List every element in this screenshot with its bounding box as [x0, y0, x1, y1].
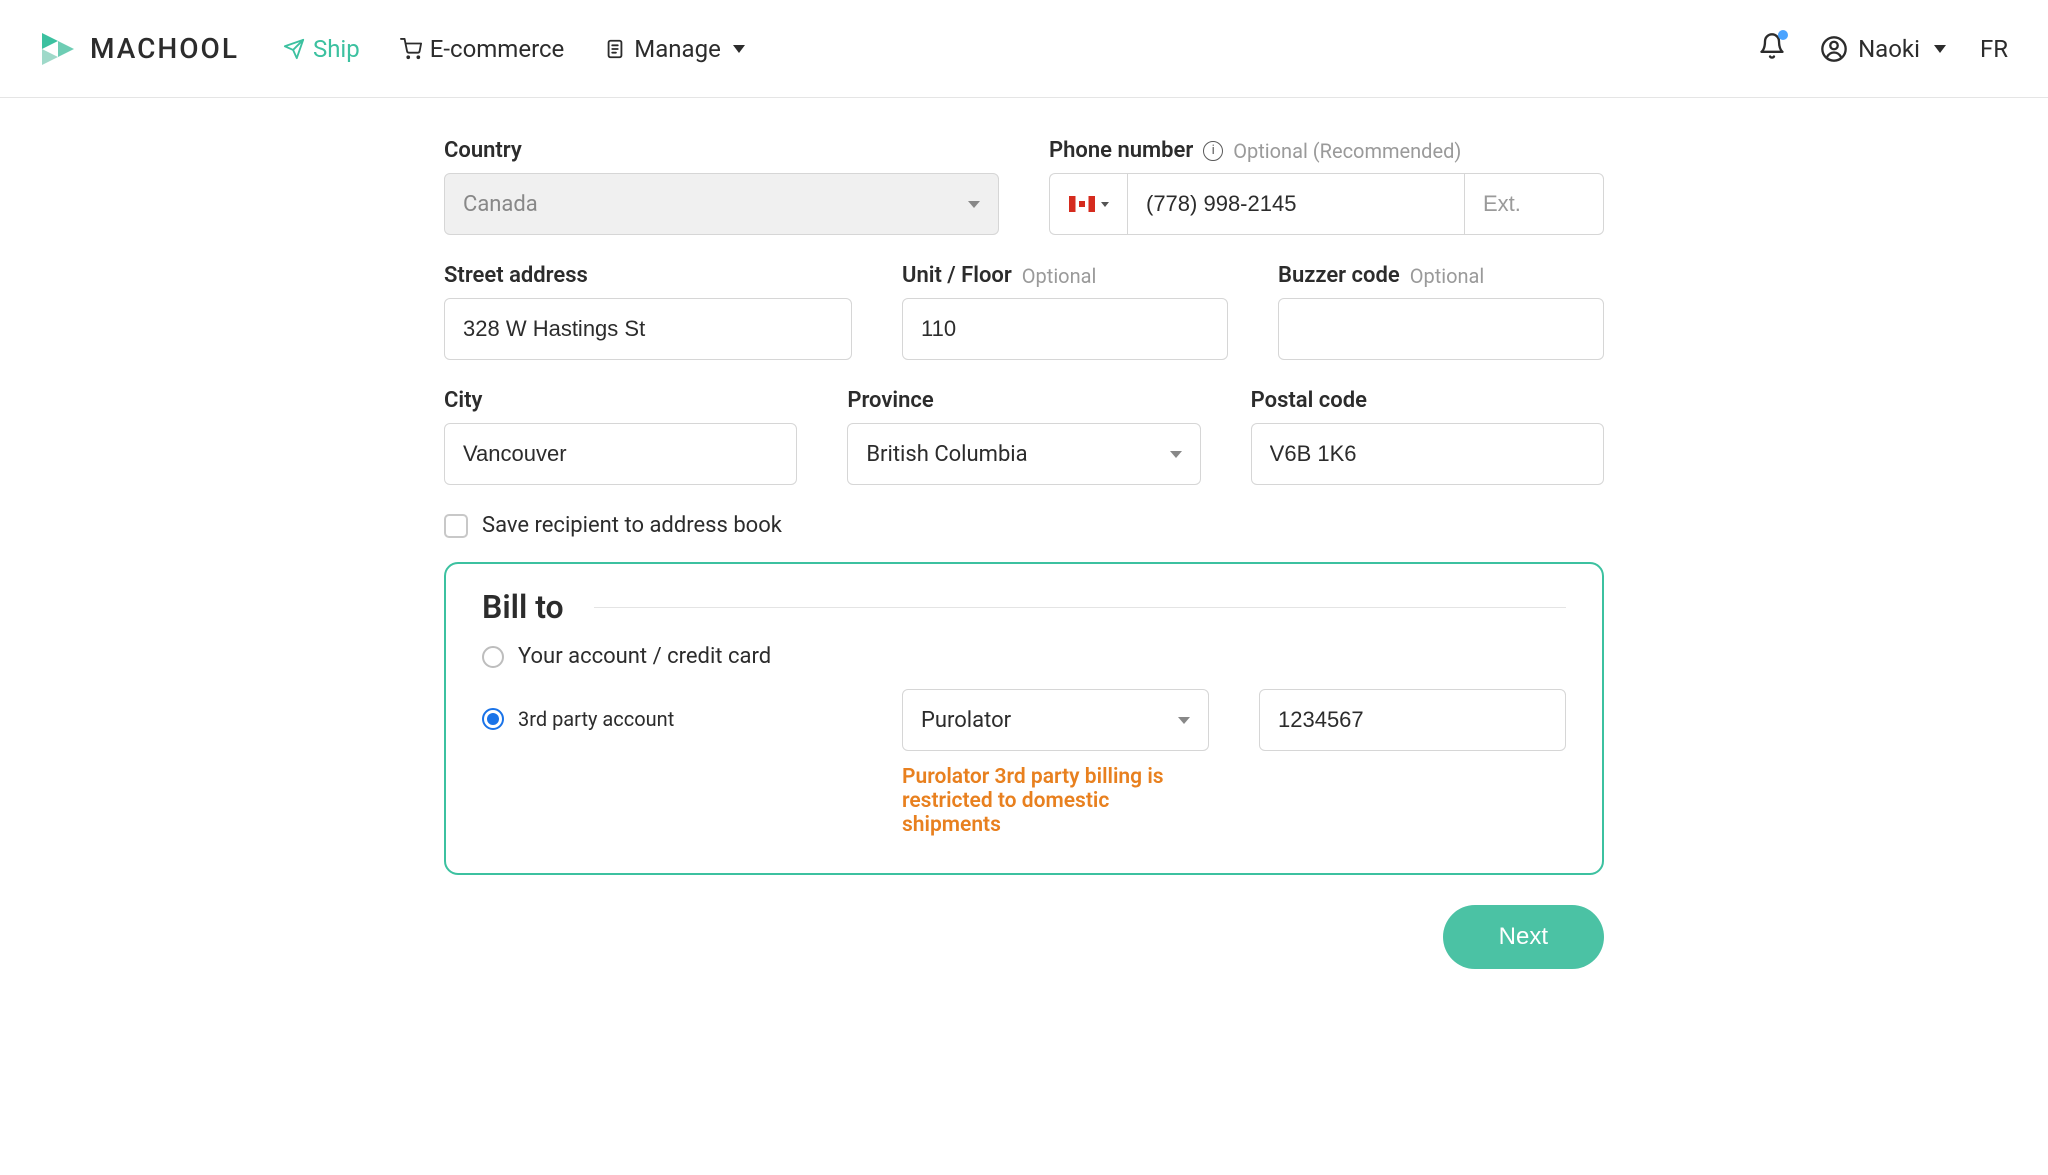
bill-to-title: Bill to	[482, 588, 564, 626]
phone-ext-input[interactable]	[1464, 173, 1604, 235]
your-account-radio[interactable]	[482, 646, 504, 668]
logo[interactable]: MACHOOL	[40, 29, 239, 69]
carrier-value: Purolator	[921, 708, 1011, 733]
main-nav: Ship E-commerce Manage	[283, 35, 745, 63]
chevron-down-icon	[1178, 717, 1190, 724]
province-select[interactable]: British Columbia	[847, 423, 1200, 485]
third-party-warning: Purolator 3rd party billing is restricte…	[902, 765, 1209, 837]
nav-ecommerce-label: E-commerce	[430, 35, 565, 63]
save-recipient-label: Save recipient to address book	[482, 513, 782, 538]
bill-to-third-party-row: 3rd party account Purolator Purolator 3r…	[482, 689, 1566, 837]
clipboard-icon	[604, 38, 626, 60]
account-number-input[interactable]	[1259, 689, 1566, 751]
phone-hint: Optional (Recommended)	[1233, 139, 1461, 163]
unit-hint: Optional	[1022, 264, 1097, 288]
save-recipient-row: Save recipient to address book	[444, 513, 1604, 538]
app-header: MACHOOL Ship E-commerce	[0, 0, 2048, 98]
cart-icon	[400, 38, 422, 60]
unit-label: Unit / Floor Optional	[902, 263, 1228, 288]
province-value: British Columbia	[866, 442, 1027, 467]
phone-group	[1049, 173, 1604, 235]
footer-row: Next	[444, 905, 1604, 969]
buzzer-hint: Optional	[1410, 264, 1485, 288]
third-party-radio[interactable]	[482, 708, 504, 730]
divider	[594, 607, 1566, 608]
flag-canada-icon	[1069, 196, 1095, 212]
postal-label: Postal code	[1251, 388, 1604, 413]
your-account-label: Your account / credit card	[518, 644, 771, 669]
bill-to-your-account-row: Your account / credit card	[482, 644, 1566, 669]
unit-field: Unit / Floor Optional	[902, 263, 1228, 360]
nav-ship-label: Ship	[313, 35, 360, 63]
phone-label: Phone number i Optional (Recommended)	[1049, 138, 1604, 163]
carrier-select[interactable]: Purolator	[902, 689, 1209, 751]
user-menu[interactable]: Naoki	[1820, 35, 1946, 63]
form-main: Country Canada Phone number i Optional (…	[424, 98, 1624, 1029]
buzzer-label-text: Buzzer code	[1278, 263, 1400, 288]
city-field: City	[444, 388, 797, 485]
chevron-down-icon	[1101, 202, 1109, 207]
country-value: Canada	[463, 192, 538, 217]
chevron-down-icon	[968, 201, 980, 208]
postal-input[interactable]	[1251, 423, 1604, 485]
user-icon	[1820, 35, 1848, 63]
phone-field: Phone number i Optional (Recommended)	[1049, 138, 1604, 235]
nav-manage-label: Manage	[634, 35, 721, 63]
phone-input[interactable]	[1127, 173, 1464, 235]
street-input[interactable]	[444, 298, 852, 360]
country-select[interactable]: Canada	[444, 173, 999, 235]
third-party-radio-group: 3rd party account	[482, 689, 852, 731]
logo-mark-icon	[40, 29, 80, 69]
street-label: Street address	[444, 263, 852, 288]
postal-field: Postal code	[1251, 388, 1604, 485]
nav-ship[interactable]: Ship	[283, 35, 360, 63]
city-label: City	[444, 388, 797, 413]
nav-ecommerce[interactable]: E-commerce	[400, 35, 565, 63]
country-field: Country Canada	[444, 138, 999, 235]
unit-input[interactable]	[902, 298, 1228, 360]
chevron-down-icon	[733, 45, 745, 53]
paper-plane-icon	[283, 38, 305, 60]
language-toggle[interactable]: FR	[1980, 35, 2008, 63]
header-right: Naoki FR	[1758, 32, 2008, 65]
bill-to-card: Bill to Your account / credit card 3rd p…	[444, 562, 1604, 875]
buzzer-input[interactable]	[1278, 298, 1604, 360]
province-field: Province British Columbia	[847, 388, 1200, 485]
city-input[interactable]	[444, 423, 797, 485]
logo-text: MACHOOL	[90, 32, 239, 65]
user-name: Naoki	[1858, 35, 1920, 63]
buzzer-label: Buzzer code Optional	[1278, 263, 1604, 288]
third-party-label: 3rd party account	[518, 707, 674, 731]
province-label: Province	[847, 388, 1200, 413]
bill-to-header: Bill to	[482, 588, 1566, 626]
country-label: Country	[444, 138, 999, 163]
chevron-down-icon	[1934, 45, 1946, 53]
chevron-down-icon	[1170, 451, 1182, 458]
street-field: Street address	[444, 263, 852, 360]
info-icon[interactable]: i	[1203, 141, 1223, 161]
buzzer-field: Buzzer code Optional	[1278, 263, 1604, 360]
notifications-button[interactable]	[1758, 32, 1786, 65]
next-button[interactable]: Next	[1443, 905, 1604, 969]
header-left: MACHOOL Ship E-commerce	[40, 29, 745, 69]
nav-manage[interactable]: Manage	[604, 35, 745, 63]
phone-label-text: Phone number	[1049, 138, 1193, 163]
notification-dot-icon	[1778, 30, 1788, 40]
unit-label-text: Unit / Floor	[902, 263, 1012, 288]
save-recipient-checkbox[interactable]	[444, 514, 468, 538]
phone-country-select[interactable]	[1049, 173, 1127, 235]
